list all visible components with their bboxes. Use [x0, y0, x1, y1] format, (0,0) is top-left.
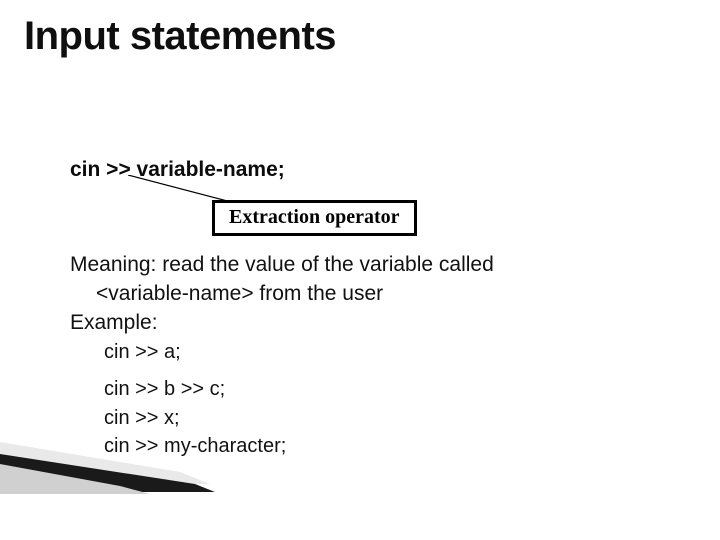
syntax-code-line: cin >> variable-name; — [70, 158, 285, 182]
extraction-operator-callout: Extraction operator — [212, 200, 417, 236]
code-example-4: cin >> my-character; — [70, 434, 660, 460]
code-example-1: cin >> a; — [70, 340, 660, 366]
meaning-text-line2: <variable-name> from the user — [70, 281, 660, 308]
slide-title: Input statements — [24, 14, 336, 59]
meaning-text-line1: Meaning: read the value of the variable … — [70, 252, 660, 279]
example-label: Example: — [70, 310, 660, 337]
slide-body: Meaning: read the value of the variable … — [70, 252, 660, 463]
code-example-3: cin >> x; — [70, 406, 660, 432]
code-example-2: cin >> b >> c; — [70, 377, 660, 403]
